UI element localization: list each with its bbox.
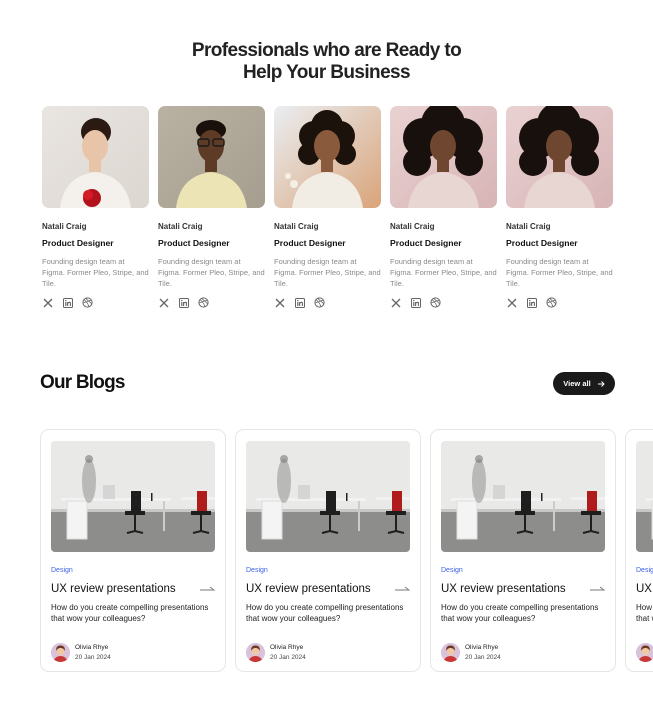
member-social-links [274, 297, 381, 308]
blog-card[interactable]: Design UX review presentations How do yo… [235, 429, 421, 672]
member-social-links [390, 297, 497, 308]
member-photo [506, 106, 613, 208]
linkedin-icon[interactable] [410, 297, 421, 308]
view-all-button[interactable]: View all [553, 372, 615, 395]
linkedin-icon[interactable] [62, 297, 73, 308]
team-list: Natali Craig Product Designer Founding d… [42, 106, 613, 308]
member-photo [158, 106, 265, 208]
blog-cover-image [246, 441, 410, 552]
blogs-section-title: Our Blogs [40, 372, 125, 393]
member-bio: Founding design team at Figma. Former Pl… [274, 257, 381, 288]
arrow-right-icon[interactable] [200, 586, 215, 592]
team-member-card: Natali Craig Product Designer Founding d… [506, 106, 613, 308]
team-section-title: Professionals who are Ready to Help Your… [0, 40, 653, 84]
arrow-right-icon[interactable] [590, 586, 605, 592]
member-photo [274, 106, 381, 208]
member-photo [390, 106, 497, 208]
team-member-card: Natali Craig Product Designer Founding d… [390, 106, 497, 308]
x-icon[interactable] [158, 297, 169, 308]
member-bio: Founding design team at Figma. Former Pl… [390, 257, 497, 288]
view-all-label: View all [563, 379, 591, 388]
linkedin-icon[interactable] [178, 297, 189, 308]
author-avatar [636, 643, 653, 662]
team-member-card: Natali Craig Product Designer Founding d… [158, 106, 265, 308]
member-bio: Founding design team at Figma. Former Pl… [506, 257, 613, 288]
team-title-line-2: Help Your Business [243, 62, 411, 83]
post-date: 20 Jan 2024 [465, 654, 501, 661]
author-avatar [51, 643, 70, 662]
team-member-card: Natali Craig Product Designer Founding d… [42, 106, 149, 308]
author-name: Olivia Rhye [75, 644, 109, 651]
blog-card[interactable]: Design UX review presentations How do yo… [625, 429, 653, 672]
blog-card[interactable]: Design UX review presentations How do yo… [430, 429, 616, 672]
member-photo [42, 106, 149, 208]
blog-cover-image [51, 441, 215, 552]
linkedin-icon[interactable] [526, 297, 537, 308]
author-name: Olivia Rhye [465, 644, 499, 651]
author-avatar [441, 643, 460, 662]
member-social-links [42, 297, 149, 308]
dribbble-icon[interactable] [430, 297, 441, 308]
blog-description: How do you create compelling presentatio… [246, 603, 404, 623]
dribbble-icon[interactable] [82, 297, 93, 308]
blog-cover-image [636, 441, 653, 552]
linkedin-icon[interactable] [294, 297, 305, 308]
member-name: Natali Craig [274, 222, 319, 231]
member-role: Product Designer [506, 238, 578, 248]
dribbble-icon[interactable] [546, 297, 557, 308]
blog-category: Design [246, 567, 268, 574]
x-icon[interactable] [390, 297, 401, 308]
post-date: 20 Jan 2024 [75, 654, 111, 661]
blog-cards: Design UX review presentations How do yo… [40, 429, 653, 674]
member-social-links [506, 297, 613, 308]
blog-card[interactable]: Design UX review presentations How do yo… [40, 429, 226, 672]
member-role: Product Designer [390, 238, 462, 248]
author-avatar [246, 643, 265, 662]
blog-title[interactable]: UX review presentations [441, 583, 566, 595]
blog-title[interactable]: UX review presentations [246, 583, 371, 595]
blog-description: How do you create compelling presentatio… [51, 603, 209, 623]
x-icon[interactable] [506, 297, 517, 308]
member-bio: Founding design team at Figma. Former Pl… [158, 257, 265, 288]
blog-category: Design [636, 567, 653, 574]
blog-description: How do you create compelling presentatio… [636, 603, 653, 623]
post-date: 20 Jan 2024 [270, 654, 306, 661]
member-role: Product Designer [274, 238, 346, 248]
team-title-line-1: Professionals who are Ready to [191, 40, 462, 61]
x-icon[interactable] [274, 297, 285, 308]
blog-category: Design [441, 567, 463, 574]
blog-title[interactable]: UX review presentations [636, 583, 653, 595]
arrow-right-icon[interactable] [395, 586, 410, 592]
member-role: Product Designer [42, 238, 114, 248]
member-name: Natali Craig [42, 222, 87, 231]
member-name: Natali Craig [158, 222, 203, 231]
dribbble-icon[interactable] [314, 297, 325, 308]
member-social-links [158, 297, 265, 308]
blog-category: Design [51, 567, 73, 574]
blog-description: How do you create compelling presentatio… [441, 603, 599, 623]
team-member-card: Natali Craig Product Designer Founding d… [274, 106, 381, 308]
author-name: Olivia Rhye [270, 644, 304, 651]
blog-cards-track: Design UX review presentations How do yo… [40, 429, 653, 672]
member-name: Natali Craig [506, 222, 551, 231]
arrow-right-icon [597, 380, 605, 387]
blog-cover-image [441, 441, 605, 552]
member-role: Product Designer [158, 238, 230, 248]
member-name: Natali Craig [390, 222, 435, 231]
dribbble-icon[interactable] [198, 297, 209, 308]
blog-title[interactable]: UX review presentations [51, 583, 176, 595]
x-icon[interactable] [42, 297, 53, 308]
member-bio: Founding design team at Figma. Former Pl… [42, 257, 149, 288]
